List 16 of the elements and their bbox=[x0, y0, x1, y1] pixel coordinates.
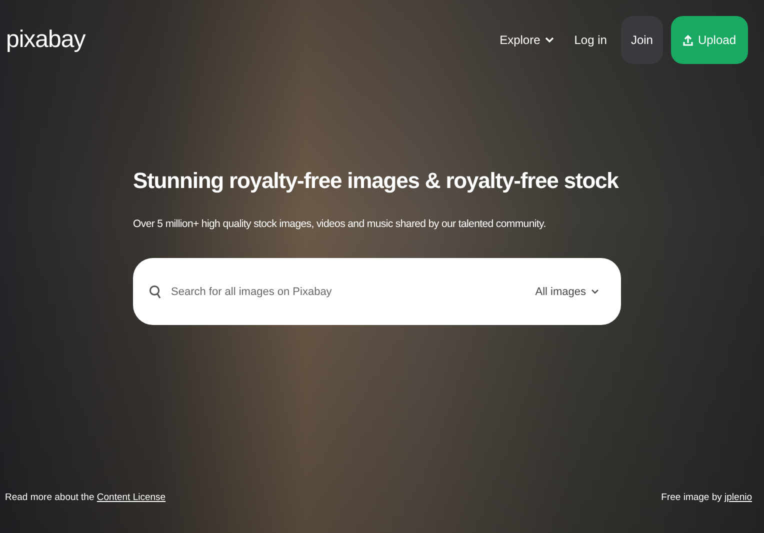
license-note: Read more about the Content License bbox=[5, 492, 166, 503]
chevron-down-icon bbox=[545, 37, 554, 43]
hero-subtitle: Over 5 million+ high quality stock images, videos and music shared by our talented community. bbox=[133, 218, 547, 230]
logo[interactable]: pixabay bbox=[6, 26, 86, 54]
author-link[interactable]: jplenio bbox=[724, 492, 752, 503]
join-button[interactable]: Join bbox=[620, 16, 663, 64]
image-credit: Free image by jplenio bbox=[661, 492, 752, 503]
hero-title: Stunning royalty-free images & royalty-free stock bbox=[133, 168, 620, 194]
explore-menu[interactable]: Explore bbox=[494, 16, 560, 64]
upload-icon bbox=[682, 34, 693, 46]
login-link[interactable]: Log in bbox=[568, 16, 613, 64]
chevron-down-icon bbox=[591, 289, 599, 294]
search-icon bbox=[149, 284, 161, 298]
search-field[interactable]: Search for all images on Pixabay All images bbox=[133, 258, 621, 325]
content-license-link[interactable]: Content License bbox=[96, 492, 166, 503]
image-type-dropdown[interactable]: All images bbox=[529, 284, 605, 298]
